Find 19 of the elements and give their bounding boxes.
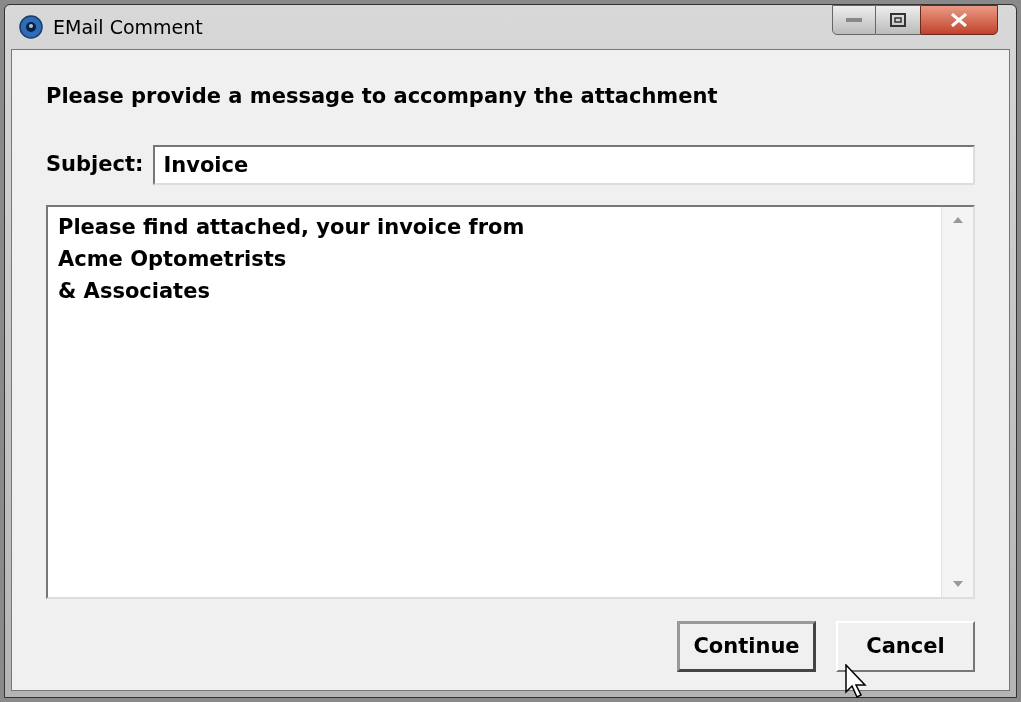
maximize-button[interactable] [876,5,920,35]
message-text: Please find attached, your invoice from Acme Optometrists & Associates [57,214,526,305]
scroll-down-icon[interactable] [952,581,963,587]
minimize-icon [846,17,862,23]
app-icon [19,15,43,39]
prompt-text: Please provide a message to accompany the attachment [46,86,719,107]
message-field[interactable]: Please find attached, your invoice from Acme Optometrists & Associates [46,205,975,599]
restore-icon [890,13,906,27]
window-title: EMail Comment [53,14,203,40]
scroll-up-icon[interactable] [952,217,963,223]
subject-field[interactable]: Invoice [153,145,975,185]
dialog-button[interactable]: Continue [677,621,816,672]
close-icon [950,13,968,27]
subject-label: Subject: [46,151,144,179]
dialog-button[interactable]: Cancel [836,621,975,672]
mouse-cursor-icon [845,664,867,698]
minimize-button[interactable] [832,5,876,35]
scrollbar[interactable] [941,207,973,597]
close-button[interactable] [920,5,998,35]
